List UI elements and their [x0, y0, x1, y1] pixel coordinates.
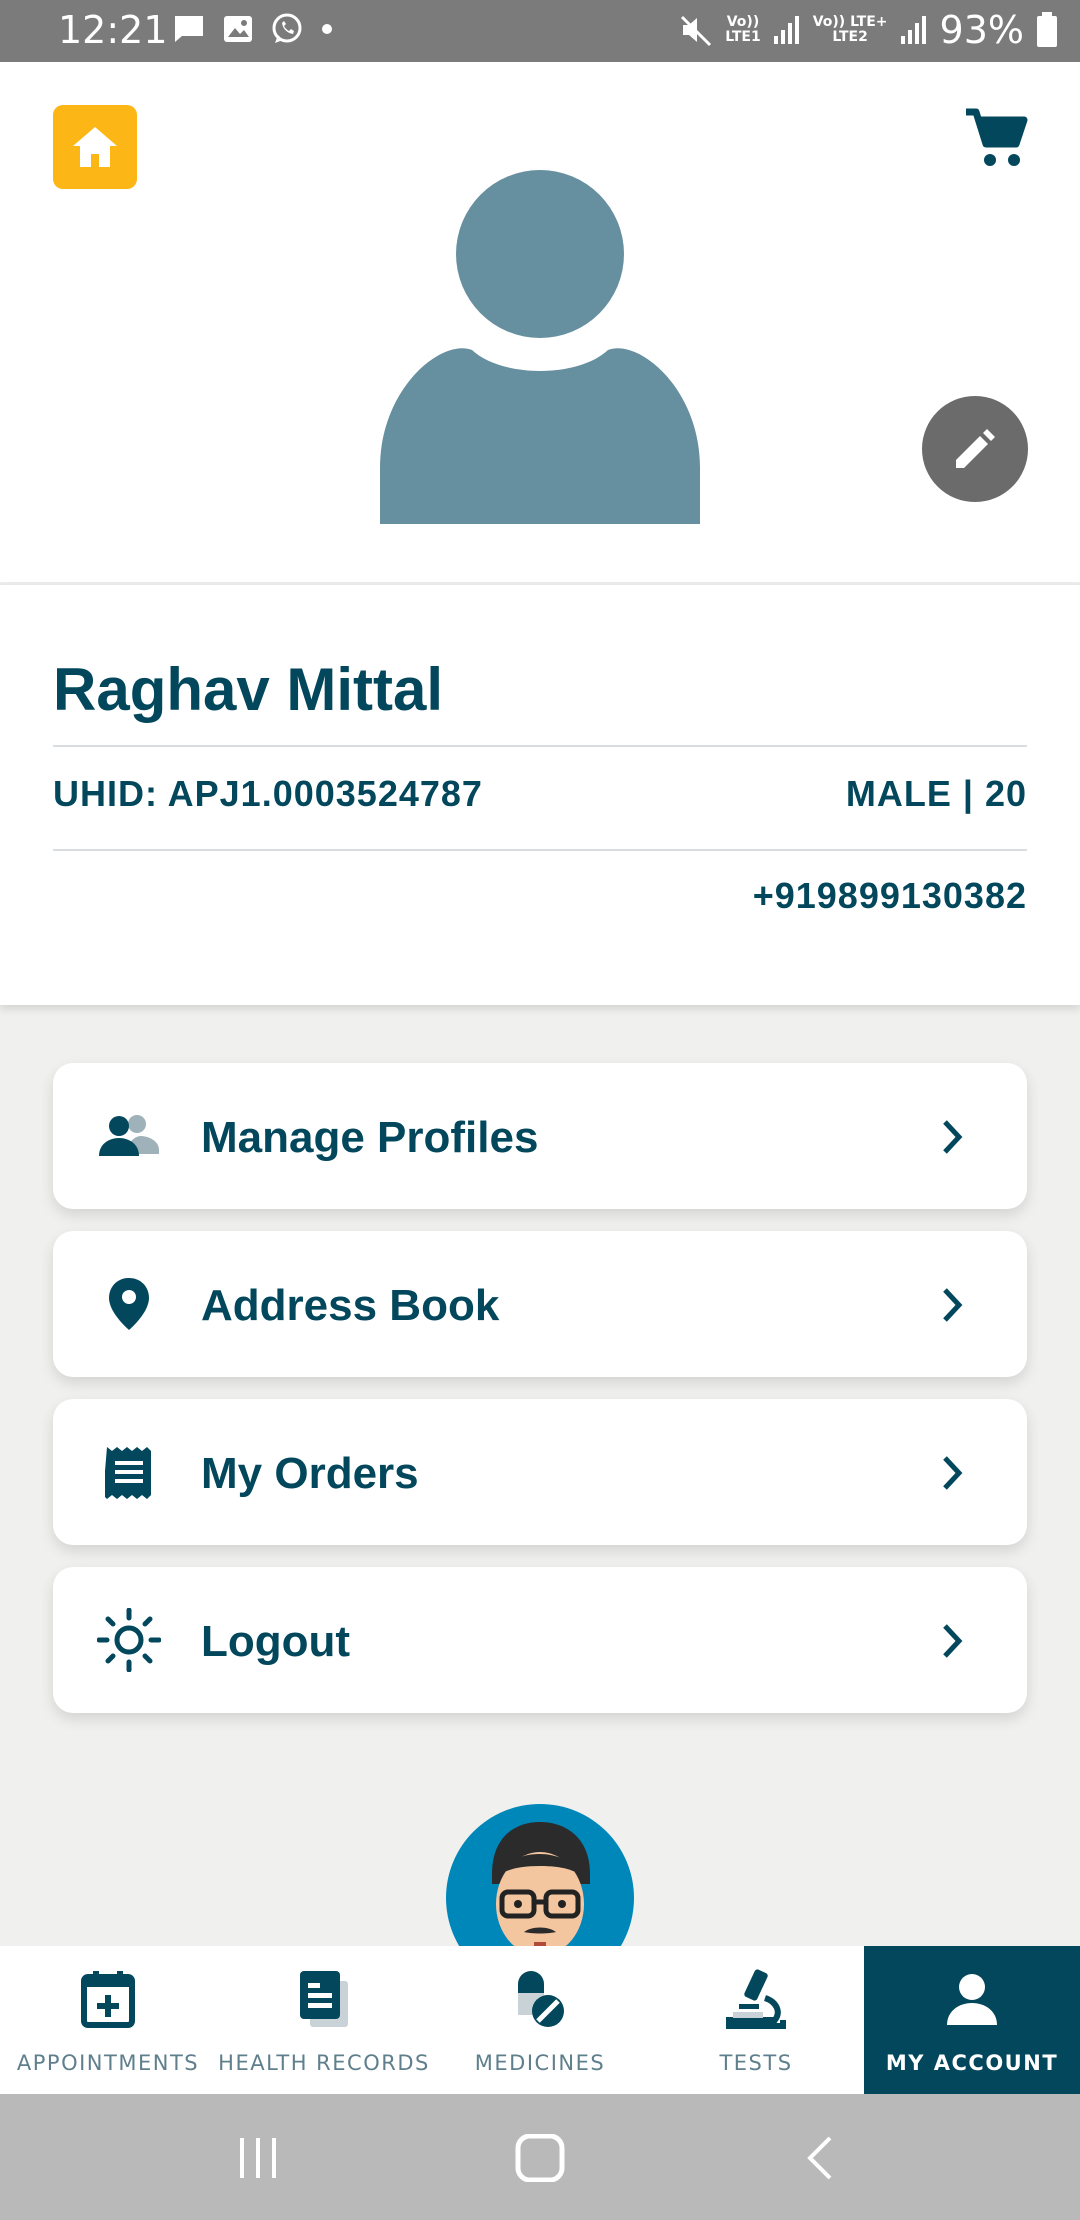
- people-icon: [93, 1108, 165, 1164]
- gender-age-text: MALE | 20: [845, 773, 1027, 814]
- recent-apps-icon[interactable]: [234, 2134, 282, 2182]
- system-navigation-bar: [0, 2094, 1080, 2220]
- notification-icons: [172, 12, 334, 46]
- edit-profile-button[interactable]: [922, 396, 1028, 502]
- tab-label: APPOINTMENTS: [16, 2051, 200, 2075]
- whatsapp-icon: [272, 13, 302, 43]
- sim1-label: Vo)) LTE1: [725, 14, 761, 45]
- tab-label: MY ACCOUNT: [885, 2051, 1059, 2075]
- back-icon[interactable]: [802, 2134, 838, 2182]
- chevron-right-icon: [943, 1624, 963, 1658]
- home-icon: [73, 127, 117, 167]
- mute-icon: [681, 15, 712, 47]
- menu-item-logout[interactable]: Logout: [53, 1567, 1027, 1713]
- tab-medicines[interactable]: MEDICINES: [432, 1946, 648, 2094]
- sim2-label: Vo)) LTE+ LTE2: [812, 14, 888, 45]
- tab-label: TESTS: [719, 2051, 793, 2075]
- dot-icon: [322, 24, 332, 34]
- battery-percent: 93%: [939, 8, 1024, 52]
- menu-item-address-book[interactable]: Address Book: [53, 1231, 1027, 1377]
- status-right: Vo)) LTE1 Vo)) LTE+ LTE2 93%: [679, 8, 1058, 52]
- tab-my-account[interactable]: MY ACCOUNT: [864, 1946, 1080, 2094]
- tab-label: MEDICINES: [474, 2051, 606, 2075]
- profile-name: Raghav Mittal: [53, 656, 444, 723]
- chevron-right-icon: [943, 1120, 963, 1154]
- profile-details: Raghav Mittal UHID: APJ1.0003524787 MALE…: [0, 585, 1080, 1005]
- avatar: [380, 170, 700, 524]
- sun-icon: [93, 1608, 165, 1672]
- cart-icon: [966, 108, 1028, 166]
- menu-label: Logout: [201, 1617, 351, 1666]
- uhid-text: UHID: APJ1.0003524787: [53, 773, 483, 814]
- menu-label: My Orders: [201, 1449, 419, 1498]
- phone-number: +919899130382: [752, 875, 1027, 916]
- profile-header: [0, 62, 1080, 585]
- status-bar: 12:21 Vo)) LTE1 Vo)) LTE+ LTE2 93%: [0, 0, 1080, 62]
- receipt-icon: [93, 1444, 165, 1500]
- menu-label: Address Book: [201, 1281, 500, 1330]
- tab-tests[interactable]: TESTS: [648, 1946, 864, 2094]
- tab-health-records[interactable]: HEALTH RECORDS: [216, 1946, 432, 2094]
- image-icon: [224, 16, 252, 42]
- menu-item-my-orders[interactable]: My Orders: [53, 1399, 1027, 1545]
- records-icon: [300, 1971, 348, 2027]
- pencil-icon: [956, 429, 995, 468]
- menu-label: Manage Profiles: [201, 1113, 539, 1162]
- bottom-navigation: APPOINTMENTS HEALTH RECORDS MEDICINES TE…: [0, 1946, 1080, 2094]
- person-icon: [947, 1974, 997, 2025]
- status-time: 12:21: [58, 8, 168, 52]
- home-nav-icon[interactable]: [514, 2134, 566, 2182]
- tab-label: HEALTH RECORDS: [218, 2051, 430, 2075]
- divider: [53, 849, 1027, 851]
- menu-item-manage-profiles[interactable]: Manage Profiles: [53, 1063, 1027, 1209]
- microscope-icon: [726, 1969, 786, 2029]
- signal-icon: [900, 16, 926, 44]
- chevron-right-icon: [943, 1456, 963, 1490]
- battery-icon: [1037, 12, 1057, 47]
- divider: [53, 745, 1027, 747]
- location-pin-icon: [93, 1276, 165, 1332]
- calendar-plus-icon: [81, 1971, 135, 2028]
- signal-icon: [773, 16, 799, 44]
- pills-icon: [518, 1971, 564, 2027]
- home-button[interactable]: [53, 105, 137, 189]
- tab-appointments[interactable]: APPOINTMENTS: [0, 1946, 216, 2094]
- chevron-right-icon: [943, 1288, 963, 1322]
- cart-button[interactable]: [962, 104, 1032, 174]
- message-icon: [175, 16, 203, 42]
